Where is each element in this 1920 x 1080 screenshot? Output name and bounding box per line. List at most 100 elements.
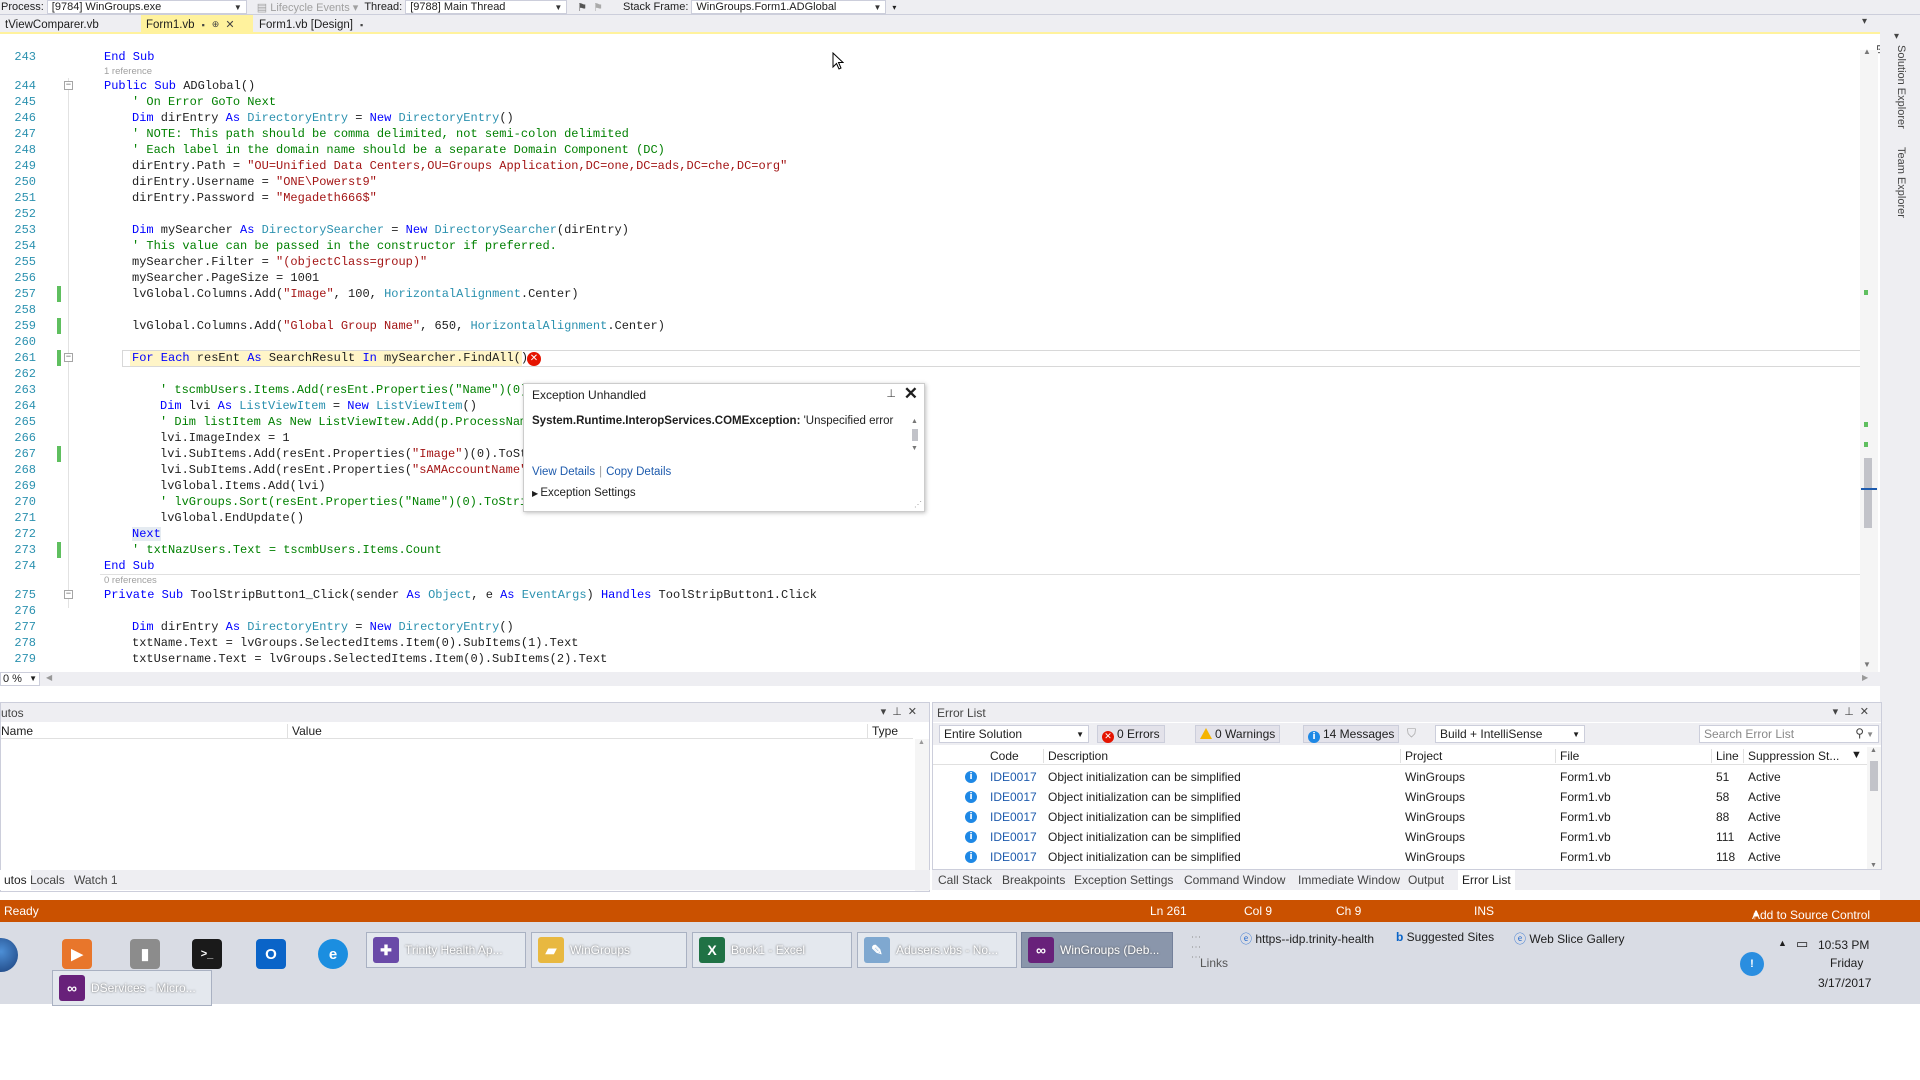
tab-list-dropdown-icon[interactable]: ▾	[1862, 16, 1867, 27]
pin-icon[interactable]: ⊥	[886, 387, 896, 400]
keep-open-icon[interactable]: ⊕	[212, 19, 220, 30]
code-line[interactable]: 260	[0, 334, 1860, 350]
outlook-icon[interactable]: O	[256, 939, 286, 969]
code-line[interactable]: 251 dirEntry.Password = "Megadeth666$"	[0, 190, 1860, 206]
scroll-right-icon[interactable]: ▶	[1862, 673, 1868, 682]
resize-grip-icon[interactable]: ⋰	[914, 500, 922, 509]
tab-watch-1[interactable]: Watch 1	[70, 870, 122, 890]
col-line[interactable]: Line	[1711, 749, 1739, 763]
code-line[interactable]: 258	[0, 302, 1860, 318]
codelens-references[interactable]: 0 references	[104, 575, 157, 587]
network-icon[interactable]: ▭	[1796, 936, 1808, 952]
autos-scrollbar[interactable]: ▲▼	[915, 739, 929, 891]
table-row[interactable]: i IDE0017 Object initialization can be sim…	[933, 847, 1868, 869]
team-explorer-tab[interactable]: Team Explorer	[1895, 147, 1907, 218]
build-filter-dropdown[interactable]: Build + IntelliSense ▼	[1435, 725, 1585, 743]
link-idp[interactable]: ⓔ https--idp.trinity-health	[1240, 930, 1374, 947]
code-line[interactable]: 255 mySearcher.Filter = "(objectClass=gro…	[0, 254, 1860, 270]
col-name[interactable]: Name	[1, 724, 33, 738]
pin-icon[interactable]: ⊥	[1844, 706, 1860, 718]
scroll-thumb[interactable]	[1864, 458, 1872, 528]
close-icon[interactable]: ✕	[225, 18, 234, 31]
warnings-filter-button[interactable]: 0 Warnings	[1195, 725, 1281, 743]
media-player-icon[interactable]: ▶	[62, 939, 92, 969]
messages-filter-button[interactable]: i 14 Messages	[1303, 725, 1400, 743]
filter-icon[interactable]: ⛉	[1407, 726, 1416, 741]
code-line[interactable]: 277 Dim dirEntry As DirectoryEntry = New …	[0, 619, 1860, 635]
chevron-down-icon[interactable]: ▾	[1833, 706, 1845, 718]
pin-icon[interactable]: ⊥	[892, 706, 908, 718]
scroll-left-icon[interactable]: ◀	[46, 673, 52, 682]
code-editor[interactable]: ⊞ 243End Sub 1 reference 244Public Sub A…	[0, 36, 1880, 672]
code-line[interactable]: 247 ' NOTE: This path should be comma del…	[0, 126, 1860, 142]
clock-time[interactable]: 10:53 PM	[1818, 938, 1869, 952]
collapse-toggle-icon[interactable]: −	[64, 353, 73, 362]
message-scrollbar[interactable]: ▲ ▼	[910, 418, 920, 456]
code-line[interactable]: 279 txtUsername.Text = lvGroups.SelectedI…	[0, 651, 1860, 667]
link-web-slice-gallery[interactable]: ⓔ Web Slice Gallery	[1514, 930, 1625, 947]
stack-frame-dropdown[interactable]: WinGroups.Form1.ADGlobal ▼	[691, 0, 887, 14]
calculator-icon[interactable]: ▮	[130, 939, 160, 969]
code-line[interactable]: 246 Dim dirEntry As DirectoryEntry = New …	[0, 110, 1860, 126]
tab-call-stack[interactable]: Call Stack	[934, 870, 996, 890]
taskbar-button-wingroups-folder[interactable]: ▰ WinGroups	[531, 932, 687, 968]
editor-vertical-scrollbar[interactable]: ▲ ▼	[1860, 47, 1878, 672]
tab-form1-design[interactable]: Form1.vb [Design] ▪	[254, 15, 368, 34]
scroll-down-icon[interactable]: ▼	[1870, 862, 1877, 869]
col-suppression[interactable]: Suppression St...	[1743, 749, 1839, 763]
tab-output[interactable]: Output	[1404, 870, 1448, 890]
flag-thread-icon[interactable]: ⚑	[577, 1, 587, 14]
code-line[interactable]: 278 txtName.Text = lvGroups.SelectedItems…	[0, 635, 1860, 651]
scroll-thumb[interactable]	[1870, 761, 1878, 791]
tab-immediate-window[interactable]: Immediate Window	[1294, 870, 1404, 890]
col-type[interactable]: Type	[867, 724, 898, 738]
zoom-dropdown[interactable]: 0 % ▼	[0, 672, 40, 686]
taskbar-button-excel[interactable]: X Book1 - Excel	[692, 932, 852, 968]
view-details-link[interactable]: View Details	[532, 466, 595, 478]
col-description[interactable]: Description	[1043, 749, 1108, 763]
code-line[interactable]: 275 Private Sub ToolStripButton1_Click(se…	[0, 587, 1860, 603]
exception-settings-toggle[interactable]: ▶ Exception Settings	[532, 487, 636, 499]
solution-explorer-tab[interactable]: Solution Explorer	[1895, 45, 1907, 129]
scroll-up-icon[interactable]: ▲	[1870, 747, 1877, 754]
tab-locals[interactable]: Locals	[26, 870, 69, 890]
col-file[interactable]: File	[1555, 749, 1579, 763]
tab-viewcomparer[interactable]: tViewComparer.vb	[0, 15, 104, 34]
taskbar-button-notepad[interactable]: ✎ Adusers.vbs - No...	[857, 932, 1017, 968]
code-line[interactable]: 244 Public Sub ADGlobal()	[0, 78, 1860, 94]
code-line[interactable]: 270 ' lvGroups.Sort(resEnt.Properties("Na…	[0, 494, 1860, 510]
toolbar-overflow-icon[interactable]: ▾	[892, 3, 896, 12]
thread-dropdown[interactable]: [9788] Main Thread ▼	[405, 0, 568, 14]
code-line[interactable]: 265 ' Dim listItem As New ListViewItew.Ad…	[0, 414, 1860, 430]
code-line[interactable]: 268 lvi.SubItems.Add(resEnt.Properties("s…	[0, 462, 1860, 478]
scope-dropdown[interactable]: Entire Solution ▼	[939, 725, 1089, 743]
code-line[interactable]: 262	[0, 366, 1860, 382]
link-suggested-sites[interactable]: b Suggested Sites	[1396, 930, 1494, 944]
code-line[interactable]: 267 lvi.SubItems.Add(resEnt.Properties("I…	[0, 446, 1860, 462]
tab-breakpoints[interactable]: Breakpoints	[998, 870, 1069, 890]
tab-exception-settings[interactable]: Exception Settings	[1070, 870, 1177, 890]
error-list-scrollbar[interactable]: ▲ ▼	[1867, 747, 1881, 869]
tab-command-window[interactable]: Command Window	[1180, 870, 1289, 890]
alert-tray-icon[interactable]: !	[1740, 952, 1764, 976]
taskbar-button-dservices[interactable]: ∞ DServices - Micro...	[52, 970, 212, 1006]
code-line[interactable]: 253 Dim mySearcher As DirectorySearcher =…	[0, 222, 1860, 238]
col-code[interactable]: Code	[990, 749, 1019, 763]
show-hidden-icons[interactable]: ▲	[1778, 938, 1787, 948]
tab-form1-vb[interactable]: Form1.vb ▪ ⊕ ✕	[141, 15, 253, 34]
col-value[interactable]: Value	[287, 724, 322, 738]
code-line[interactable]: 259 lvGlobal.Columns.Add("Global Group Na…	[0, 318, 1860, 334]
search-error-list-input[interactable]: Search Error List ⚲ ▼	[1699, 725, 1879, 743]
exception-error-icon[interactable]: ✕	[527, 352, 541, 366]
close-icon[interactable]: ✕	[904, 384, 918, 404]
code-line[interactable]: 250 dirEntry.Username = "ONE\Powerst9"	[0, 174, 1860, 190]
chevron-down-icon[interactable]: ▾	[1894, 31, 1899, 42]
scroll-up-icon[interactable]: ▲	[1863, 47, 1871, 56]
code-line[interactable]: 256 mySearcher.PageSize = 1001	[0, 270, 1860, 286]
code-line[interactable]: 264 Dim lvi As ListViewItem = New ListVie…	[0, 398, 1860, 414]
command-prompt-icon[interactable]: >_	[192, 939, 222, 969]
scroll-up-icon[interactable]: ▲	[911, 418, 918, 425]
process-dropdown[interactable]: [9784] WinGroups.exe ▼	[46, 0, 247, 14]
collapse-toggle-icon[interactable]: −	[64, 590, 73, 599]
scroll-up-icon[interactable]: ▲	[918, 739, 925, 746]
